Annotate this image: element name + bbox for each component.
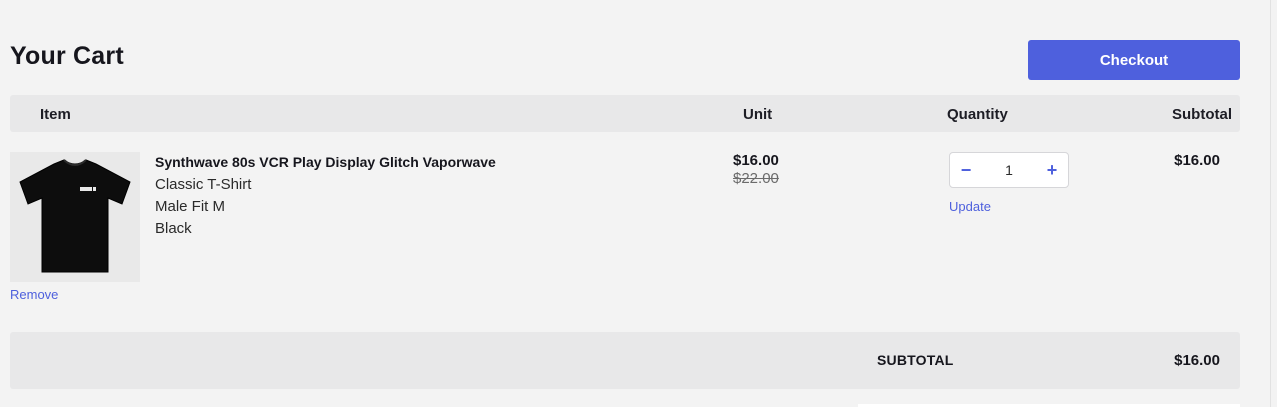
cart-page: Your Cart Checkout Item Unit Quantity Su… bbox=[0, 0, 1277, 407]
black-tshirt-icon bbox=[19, 159, 131, 273]
page-edge-divider bbox=[1270, 0, 1271, 407]
product-type: Classic T-Shirt bbox=[155, 176, 252, 193]
update-quantity-link[interactable]: Update bbox=[949, 199, 991, 214]
unit-price: $16.00 bbox=[733, 152, 779, 169]
decrement-quantity-button[interactable]: − bbox=[950, 153, 982, 187]
item-subtotal: $16.00 bbox=[1174, 152, 1220, 169]
column-header-subtotal: Subtotal bbox=[1172, 106, 1232, 123]
product-color: Black bbox=[155, 220, 192, 237]
cart-table-header: Item Unit Quantity Subtotal bbox=[10, 95, 1240, 132]
column-header-item: Item bbox=[40, 106, 71, 123]
quantity-input[interactable] bbox=[990, 153, 1028, 187]
product-image[interactable] bbox=[10, 152, 140, 282]
column-header-unit: Unit bbox=[743, 106, 773, 123]
checkout-button[interactable]: Checkout bbox=[1028, 40, 1240, 80]
original-price: $22.00 bbox=[733, 170, 779, 187]
summary-subtotal-value: $16.00 bbox=[1174, 352, 1220, 369]
page-title: Your Cart bbox=[10, 42, 124, 70]
quantity-stepper: − + bbox=[949, 152, 1069, 188]
summary-subtotal-label: SUBTOTAL bbox=[877, 352, 954, 368]
cart-summary: SUBTOTAL $16.00 bbox=[10, 332, 1240, 389]
remove-item-link[interactable]: Remove bbox=[10, 287, 58, 302]
product-fit-size: Male Fit M bbox=[155, 198, 226, 215]
increment-quantity-button[interactable]: + bbox=[1036, 153, 1068, 187]
column-header-quantity: Quantity bbox=[947, 106, 1008, 123]
product-name[interactable]: Synthwave 80s VCR Play Display Glitch Va… bbox=[155, 154, 496, 170]
